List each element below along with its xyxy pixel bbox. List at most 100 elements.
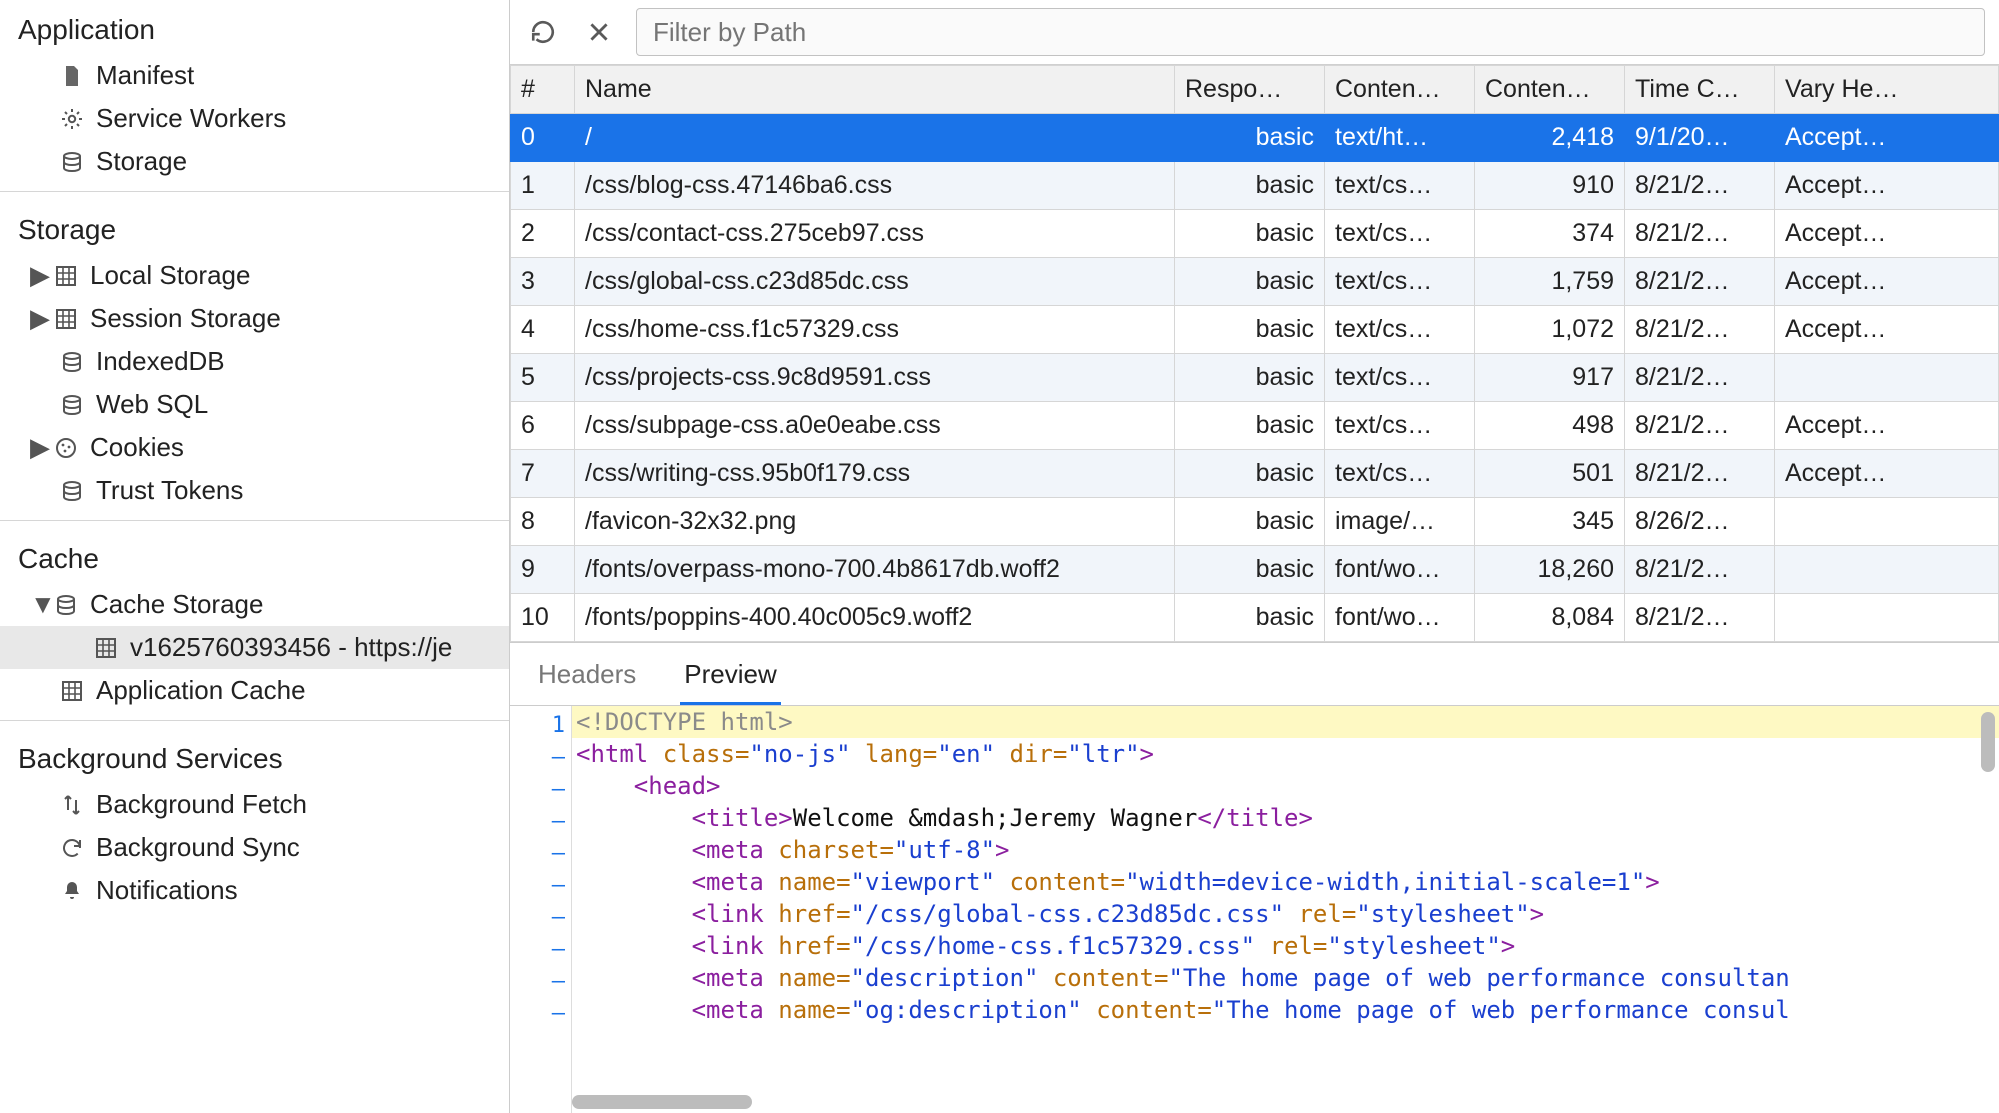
sidebar-section-title: Background Services [0, 729, 509, 783]
cell-vary-header: Accept… [1775, 162, 1999, 210]
cell-name: /css/blog-css.47146ba6.css [575, 162, 1175, 210]
horizontal-scrollbar[interactable] [572, 1095, 752, 1109]
sidebar-item[interactable]: ▶ Cookies [0, 426, 509, 469]
expander-icon[interactable]: ▶ [30, 303, 48, 334]
cell-response-type: basic [1175, 162, 1325, 210]
expander-icon[interactable]: ▶ [30, 432, 48, 463]
cell-content-length: 8,084 [1475, 594, 1625, 642]
cell-name: /css/subpage-css.a0e0eabe.css [575, 402, 1175, 450]
column-header[interactable]: # [511, 66, 575, 114]
cell-vary-header: Accept… [1775, 450, 1999, 498]
gutter-line: – [515, 838, 565, 870]
tab-headers[interactable]: Headers [534, 653, 640, 705]
sidebar-item[interactable]: v1625760393456 - https://je [0, 626, 509, 669]
close-icon [586, 19, 612, 45]
sidebar-item[interactable]: Notifications [0, 869, 509, 912]
gutter-line: – [515, 870, 565, 902]
sidebar-item-label: Service Workers [96, 103, 286, 134]
cell-index: 6 [511, 402, 575, 450]
sidebar-section-title: Application [0, 0, 509, 54]
cell-content-type: text/ht… [1325, 114, 1475, 162]
sidebar-item-label: IndexedDB [96, 346, 225, 377]
clear-button[interactable] [580, 13, 618, 51]
table-row[interactable]: 10/fonts/poppins-400.40c005c9.woff2basic… [511, 594, 1999, 642]
code-line: <head> [572, 770, 1999, 802]
sidebar-item[interactable]: Application Cache [0, 669, 509, 712]
cell-index: 10 [511, 594, 575, 642]
cell-time-cached: 8/21/2… [1625, 594, 1775, 642]
sidebar-item[interactable]: Service Workers [0, 97, 509, 140]
code-line: <meta charset="utf-8"> [572, 834, 1999, 866]
cell-time-cached: 9/1/20… [1625, 114, 1775, 162]
code-line: <link href="/css/home-css.f1c57329.css" … [572, 930, 1999, 962]
sidebar-item[interactable]: Background Fetch [0, 783, 509, 826]
filter-input[interactable] [636, 8, 1985, 56]
cell-content-type: font/wo… [1325, 594, 1475, 642]
sidebar-item[interactable]: ▼Cache Storage [0, 583, 509, 626]
cell-content-length: 2,418 [1475, 114, 1625, 162]
sidebar-item-label: Local Storage [90, 260, 250, 291]
table-row[interactable]: 6/css/subpage-css.a0e0eabe.cssbasictext/… [511, 402, 1999, 450]
cell-time-cached: 8/21/2… [1625, 354, 1775, 402]
column-header[interactable]: Conten… [1475, 66, 1625, 114]
code-line: <meta name="viewport" content="width=dev… [572, 866, 1999, 898]
table-row[interactable]: 8/favicon-32x32.pngbasicimage/…3458/26/2… [511, 498, 1999, 546]
expander-icon[interactable]: ▶ [30, 260, 48, 291]
column-header[interactable]: Respo… [1175, 66, 1325, 114]
sidebar-item-label: Notifications [96, 875, 238, 906]
table-row[interactable]: 9/fonts/overpass-mono-700.4b8617db.woff2… [511, 546, 1999, 594]
cell-vary-header [1775, 354, 1999, 402]
table-row[interactable]: 7/css/writing-css.95b0f179.cssbasictext/… [511, 450, 1999, 498]
cell-name: /css/projects-css.9c8d9591.css [575, 354, 1175, 402]
cell-response-type: basic [1175, 114, 1325, 162]
sidebar-item[interactable]: Web SQL [0, 383, 509, 426]
disks-icon [52, 591, 80, 619]
table-row[interactable]: 2/css/contact-css.275ceb97.cssbasictext/… [511, 210, 1999, 258]
refresh-icon [530, 19, 556, 45]
bell-icon [58, 877, 86, 905]
code-line: <link href="/css/global-css.c23d85dc.css… [572, 898, 1999, 930]
sidebar-item-label: Manifest [96, 60, 194, 91]
table-row[interactable]: 4/css/home-css.f1c57329.cssbasictext/cs…… [511, 306, 1999, 354]
sidebar-item[interactable]: ▶Session Storage [0, 297, 509, 340]
vertical-scrollbar[interactable] [1981, 712, 1995, 772]
cell-name: /favicon-32x32.png [575, 498, 1175, 546]
expander-icon[interactable]: ▼ [30, 589, 48, 620]
sidebar-item-label: Web SQL [96, 389, 208, 420]
cell-content-length: 501 [1475, 450, 1625, 498]
table-row[interactable]: 5/css/projects-css.9c8d9591.cssbasictext… [511, 354, 1999, 402]
grid-icon [58, 677, 86, 705]
sidebar-item[interactable]: Trust Tokens [0, 469, 509, 512]
disks-icon [58, 477, 86, 505]
code-line: <html class="no-js" lang="en" dir="ltr"> [572, 738, 1999, 770]
sync-icon [58, 834, 86, 862]
sidebar-item[interactable]: Storage [0, 140, 509, 183]
table-row[interactable]: 0/basictext/ht…2,4189/1/20…Accept… [511, 114, 1999, 162]
gutter-line: 1 [515, 710, 565, 742]
cell-response-type: basic [1175, 498, 1325, 546]
column-header[interactable]: Time C… [1625, 66, 1775, 114]
cell-name: /fonts/overpass-mono-700.4b8617db.woff2 [575, 546, 1175, 594]
table-row[interactable]: 1/css/blog-css.47146ba6.cssbasictext/cs…… [511, 162, 1999, 210]
table-row[interactable]: 3/css/global-css.c23d85dc.cssbasictext/c… [511, 258, 1999, 306]
column-header[interactable]: Conten… [1325, 66, 1475, 114]
cell-index: 3 [511, 258, 575, 306]
sidebar-item[interactable]: Background Sync [0, 826, 509, 869]
column-header[interactable]: Vary He… [1775, 66, 1999, 114]
sidebar-item[interactable]: IndexedDB [0, 340, 509, 383]
code-line: <meta name="og:description" content="The… [572, 994, 1999, 1026]
cell-vary-header: Accept… [1775, 306, 1999, 354]
cell-content-type: text/cs… [1325, 210, 1475, 258]
sidebar-item[interactable]: ▶ Local Storage [0, 254, 509, 297]
sidebar-item-label: Trust Tokens [96, 475, 243, 506]
sidebar-item-label: Background Sync [96, 832, 300, 863]
sidebar-item-label: Cookies [90, 432, 184, 463]
cell-content-length: 345 [1475, 498, 1625, 546]
sidebar-item[interactable]: Manifest [0, 54, 509, 97]
arrows-updown-icon [58, 791, 86, 819]
column-header[interactable]: Name [575, 66, 1175, 114]
tab-preview[interactable]: Preview [680, 653, 780, 705]
cell-index: 2 [511, 210, 575, 258]
code-content[interactable]: <!DOCTYPE html><html class="no-js" lang=… [572, 706, 1999, 1113]
refresh-button[interactable] [524, 13, 562, 51]
